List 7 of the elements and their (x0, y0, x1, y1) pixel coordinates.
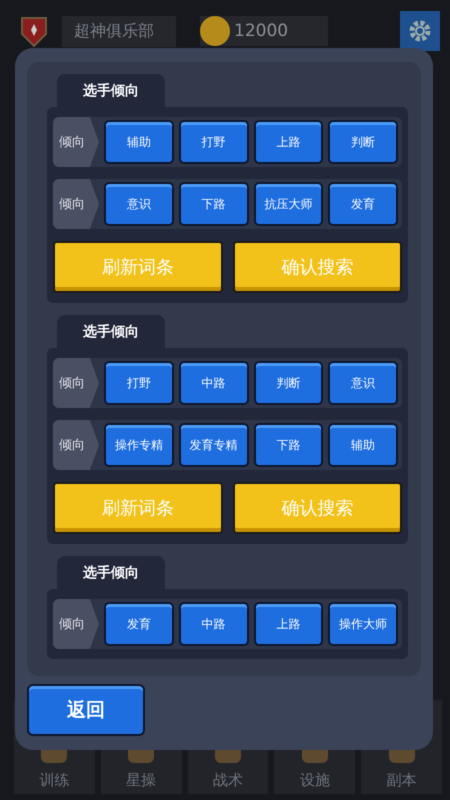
row-label: 倾向 (53, 599, 99, 649)
row-label: 倾向 (53, 420, 99, 470)
club-name: 超神俱乐部 (62, 16, 176, 46)
row-label: 倾向 (53, 179, 99, 229)
coin-count: 12000 (233, 21, 288, 41)
row-label: 倾向 (53, 117, 99, 167)
row-label: 倾向 (53, 358, 99, 408)
